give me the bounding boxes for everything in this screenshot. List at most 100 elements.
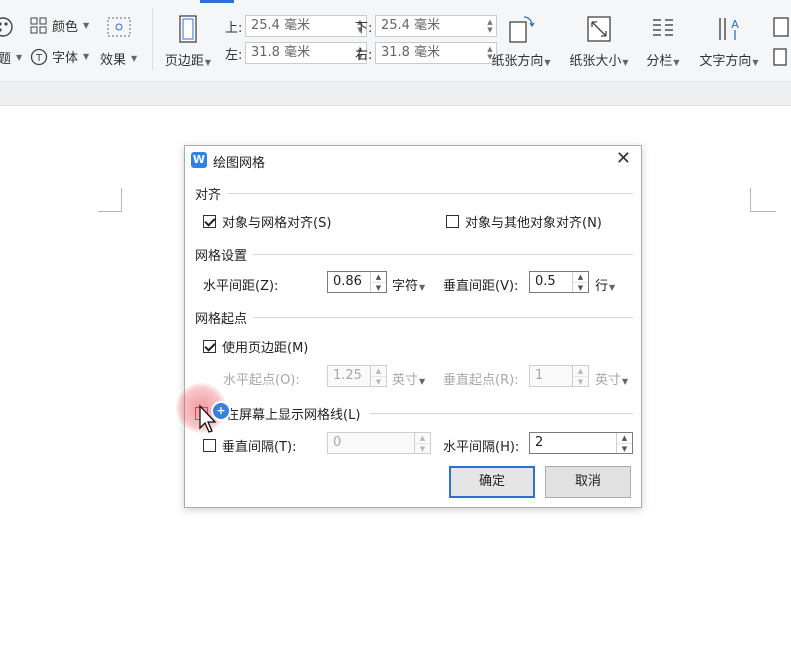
horizontal-interval-input[interactable]: 2 ▲ ▼ — [529, 432, 633, 454]
vertical-origin-value: 1 — [535, 368, 544, 383]
chevron-down-icon: ▼ — [83, 21, 90, 30]
effect-button[interactable]: 效果 ▼ — [100, 49, 137, 68]
ribbon-toolbar: 题 ▼ 颜色 ▼ T 字体 ▼ 效果 ▼ 页边距▼ 上: 25.4 毫米 ▲ ▼ 下: 25… — [0, 0, 791, 82]
margin-right-row: 右: 31.8 毫米 ▲ ▼ — [355, 42, 497, 64]
margins-button[interactable]: 页边距▼ — [160, 14, 216, 69]
chevron-down-icon: ▼ — [622, 58, 629, 67]
group-divider — [370, 413, 633, 414]
wps-app-icon: W — [191, 152, 207, 168]
snap-to-grid-checkbox[interactable]: 对象与网格对齐(S) — [203, 212, 331, 231]
horizontal-spacing-label: 水平间距(Z): — [203, 279, 279, 294]
horizontal-origin-spinner[interactable]: ▲ ▼ — [370, 366, 386, 386]
chevron-down-icon: ▼ — [609, 283, 616, 292]
theme-button[interactable] — [0, 16, 14, 38]
theme-label-button[interactable]: 题 ▼ — [0, 48, 22, 67]
vertical-interval-label: 垂直间隔(T): — [222, 440, 297, 455]
vertical-origin-spinner[interactable]: ▲ ▼ — [572, 366, 588, 386]
effect-label: 效果 — [100, 53, 127, 68]
text-direction-button[interactable]: A 文字方向▼ — [694, 14, 764, 69]
margin-right-value: 31.8 毫米 — [381, 45, 441, 60]
horizontal-origin-unit-dropdown[interactable]: 英寸▼ — [392, 369, 425, 388]
vertical-origin-unit: 英寸 — [595, 373, 622, 388]
ok-button[interactable]: 确定 — [449, 466, 535, 498]
drawing-grid-dialog: W 绘图网格 ✕ 对齐 对象与网格对齐(S) 对象与其他对象对齐(N) 网格设置… — [184, 145, 642, 508]
effect-icon-button[interactable] — [106, 16, 132, 38]
margin-top-input[interactable]: 25.4 毫米 ▲ ▼ — [245, 15, 367, 37]
font-button[interactable]: T 字体 ▼ — [30, 47, 89, 66]
columns-label: 分栏 — [646, 54, 673, 69]
active-tab-indicator — [200, 0, 234, 3]
horizontal-spacing-value: 0.86 — [333, 274, 362, 289]
horizontal-spacing-unit-dropdown[interactable]: 字符▼ — [392, 275, 425, 294]
theme-label: 题 — [0, 52, 12, 67]
close-icon[interactable]: ✕ — [616, 149, 631, 169]
horizontal-spacing-unit: 字符 — [392, 279, 419, 294]
horizontal-spacing-spinner[interactable]: ▲ ▼ — [370, 272, 386, 292]
grid-settings-group-label: 网格设置 — [195, 249, 248, 264]
paper-size-button[interactable]: 纸张大小▼ — [564, 14, 634, 69]
orientation-label: 纸张方向 — [491, 54, 544, 69]
text-direction-icon: A — [719, 18, 739, 40]
vertical-origin-unit-dropdown[interactable]: 英寸▼ — [595, 369, 628, 388]
margin-bottom-input[interactable]: 25.4 毫米 ▲ ▼ — [375, 15, 497, 37]
svg-text:A: A — [731, 18, 739, 31]
vertical-interval-spinner[interactable]: ▲ ▼ — [414, 433, 430, 453]
size-icon — [587, 16, 611, 42]
margin-left-input[interactable]: 31.8 毫米 ▲ ▼ — [245, 42, 367, 64]
vertical-spacing-value: 0.5 — [535, 274, 556, 289]
vertical-spacing-spinner[interactable]: ▲ ▼ — [572, 272, 588, 292]
color-icon — [30, 17, 47, 33]
ruler-strip — [0, 82, 791, 106]
show-gridlines-checkbox[interactable]: 在屏幕上显示网格线(L) — [195, 404, 633, 423]
checkbox-icon — [203, 439, 216, 452]
margin-right-label: 右: — [355, 47, 373, 63]
paper-size-label: 纸张大小 — [569, 54, 622, 69]
chevron-down-icon: ▼ — [204, 58, 212, 67]
vertical-interval-value: 0 — [333, 435, 342, 450]
color-button[interactable]: 颜色 ▼ — [30, 16, 89, 35]
snap-to-objects-label: 对象与其他对象对齐(N) — [465, 216, 602, 231]
horizontal-interval-value: 2 — [535, 435, 544, 450]
horizontal-interval-label: 水平间隔(H): — [443, 440, 520, 455]
theme-icon — [0, 17, 13, 37]
more-tools-button-2[interactable] — [772, 48, 790, 66]
use-margins-checkbox[interactable]: 使用页边距(M) — [203, 337, 308, 356]
chevron-down-icon: ▼ — [83, 52, 90, 61]
chevron-down-icon: ▼ — [419, 283, 426, 292]
page-corner-mark-left — [98, 188, 122, 212]
horizontal-origin-input[interactable]: 1.25 ▲ ▼ — [327, 365, 387, 387]
margin-bottom-row: 下: 25.4 毫米 ▲ ▼ — [355, 15, 497, 37]
grid-origin-group-label: 网格起点 — [195, 312, 248, 327]
chevron-down-icon: ▼ — [16, 53, 23, 62]
align-group-label: 对齐 — [195, 188, 222, 203]
font-icon: T — [30, 48, 48, 65]
margin-right-input[interactable]: 31.8 毫米 ▲ ▼ — [375, 42, 497, 64]
chevron-down-icon: ▼ — [673, 58, 680, 67]
use-margins-label: 使用页边距(M) — [222, 341, 309, 356]
margin-left-label: 左: — [225, 47, 243, 63]
more-tools-button[interactable] — [772, 16, 790, 38]
snap-to-objects-checkbox[interactable]: 对象与其他对象对齐(N) — [446, 212, 602, 231]
margin-top-value: 25.4 毫米 — [251, 18, 311, 33]
checkbox-icon — [203, 215, 216, 228]
vertical-origin-input[interactable]: 1 ▲ ▼ — [529, 365, 589, 387]
margin-left-row: 左: 31.8 毫米 ▲ ▼ — [225, 42, 367, 64]
horizontal-spacing-input[interactable]: 0.86 ▲ ▼ — [327, 271, 387, 293]
columns-button[interactable]: 分栏▼ — [642, 14, 684, 69]
vertical-spacing-unit-dropdown[interactable]: 行▼ — [595, 275, 615, 294]
cancel-button[interactable]: 取消 — [545, 466, 631, 498]
svg-text:T: T — [35, 53, 43, 64]
vertical-interval-input[interactable]: 0 ▲ ▼ — [327, 432, 431, 454]
vertical-spacing-unit: 行 — [595, 279, 609, 294]
grid-settings-group: 网格设置 — [195, 245, 633, 264]
orientation-button[interactable]: 纸张方向▼ — [486, 14, 556, 69]
margin-bottom-label: 下: — [355, 20, 373, 36]
vertical-interval-checkbox[interactable]: 垂直间隔(T): — [203, 436, 296, 455]
dialog-titlebar[interactable]: W 绘图网格 ✕ — [185, 146, 641, 174]
horizontal-origin-label: 水平起点(O): — [223, 373, 300, 388]
horizontal-interval-spinner[interactable]: ▲ ▼ — [616, 433, 632, 453]
horizontal-origin-value: 1.25 — [333, 368, 362, 383]
chevron-down-icon: ▼ — [131, 54, 138, 63]
vertical-spacing-input[interactable]: 0.5 ▲ ▼ — [529, 271, 589, 293]
show-gridlines-label: 在屏幕上显示网格线(L) — [226, 408, 361, 423]
